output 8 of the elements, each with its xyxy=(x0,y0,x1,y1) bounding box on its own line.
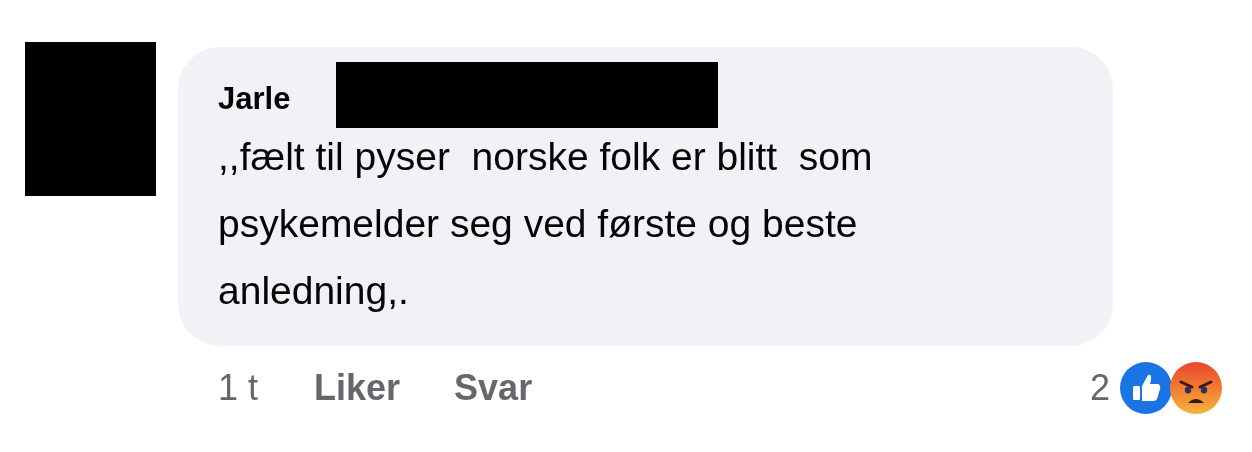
comment-text: ,,fælt til pyser norske folk er blitt som psykemelder seg ved første og beste anledning,. xyxy=(218,134,874,314)
timestamp[interactable]: 1 t xyxy=(218,367,259,409)
action-link[interactable]: Liker xyxy=(314,367,401,409)
author-name[interactable]: Jarle xyxy=(218,79,1073,119)
angry-face-icon xyxy=(1170,362,1222,414)
action-link[interactable]: Svar xyxy=(454,367,533,409)
reaction-count[interactable]: 2 xyxy=(1089,367,1110,409)
like-icon xyxy=(1120,362,1172,414)
